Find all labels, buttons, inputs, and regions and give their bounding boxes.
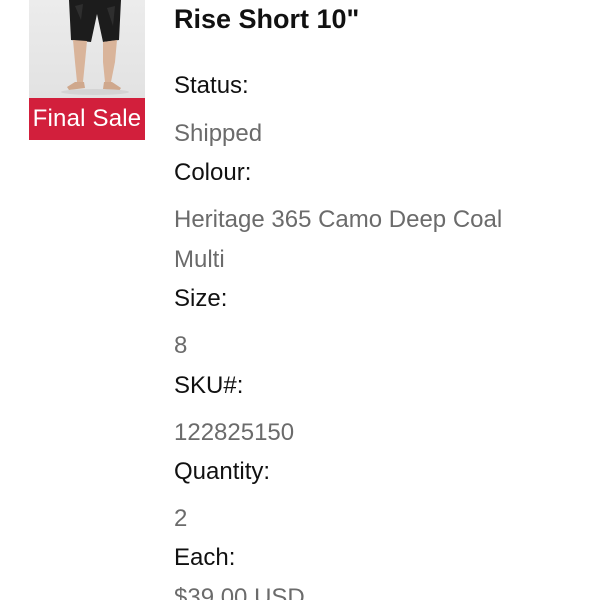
shorts-model-image [61,0,129,95]
order-item-page: Final Sale Rise Short 10" Status: Shippe… [0,0,600,600]
status-label: Status: [174,72,249,99]
colour-value: Heritage 365 Camo Deep Coal Multi [174,206,503,273]
status-value: Shipped [174,120,263,147]
product-photo [29,0,145,98]
each-price-value: $39.00 USD [174,584,305,600]
product-title[interactable]: Rise Short 10" [174,4,359,35]
size-value: 8 [174,332,188,359]
quantity-value: 2 [174,505,188,532]
each-label: Each: [174,544,236,571]
sku-value: 122825150 [174,419,295,446]
final-sale-badge: Final Sale [29,98,145,140]
size-label: Size: [174,285,228,312]
quantity-label: Quantity: [174,458,271,485]
product-thumbnail[interactable]: Final Sale [29,0,145,140]
colour-label: Colour: [174,159,252,186]
sku-label: SKU#: [174,372,244,399]
